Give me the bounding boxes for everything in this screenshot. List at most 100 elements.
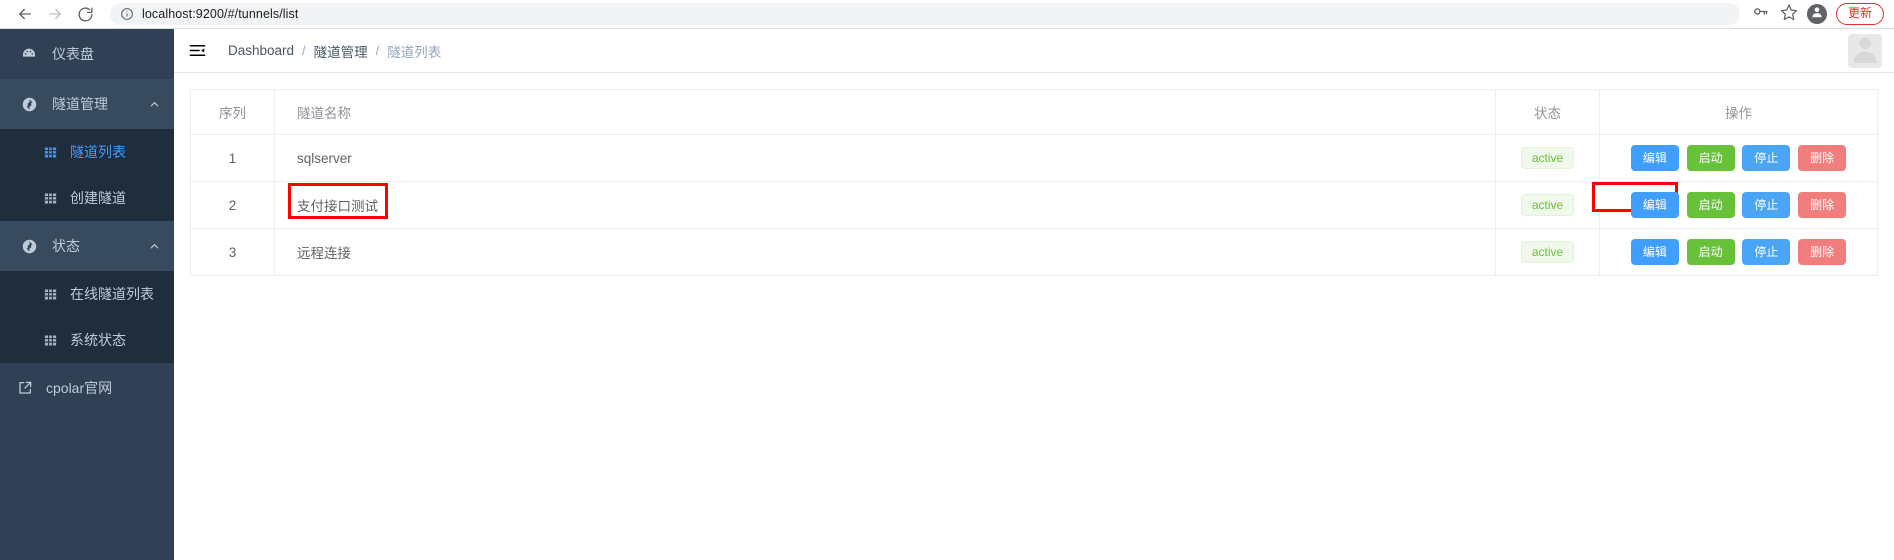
star-icon xyxy=(1780,3,1798,26)
sidebar-item-label: 隧道列表 xyxy=(70,144,126,160)
cell-name: sqlserver xyxy=(274,134,1496,182)
sidebar: 仪表盘 隧道管理 隧道列表 创建隧道 状态 在线隧道列表 系统状态 cpolar… xyxy=(0,29,174,560)
dashboard-icon xyxy=(20,45,38,63)
sidebar-item-tunnel-list[interactable]: 隧道列表 xyxy=(0,129,174,175)
breadcrumb-item-tunnel-list: 隧道列表 xyxy=(387,44,442,60)
user-avatar-icon xyxy=(1850,34,1880,68)
sidebar-item-cpolar-website[interactable]: cpolar官网 xyxy=(0,363,174,413)
status-badge: active xyxy=(1520,147,1575,169)
column-header-operations: 操作 xyxy=(1599,89,1878,135)
table-row: 2 支付接口测试 active 编辑 启动 停止 删除 xyxy=(190,181,1878,229)
start-button[interactable]: 启动 xyxy=(1686,239,1735,265)
delete-button[interactable]: 删除 xyxy=(1798,239,1847,265)
sidebar-item-label: 隧道管理 xyxy=(52,96,108,112)
sidebar-item-label: cpolar官网 xyxy=(46,380,113,396)
table-head: 序列 隧道名称 状态 操作 xyxy=(190,89,1878,135)
address-bar[interactable]: localhost:9200/#/tunnels/list xyxy=(110,3,1740,25)
cell-status: active xyxy=(1495,181,1600,229)
column-header-status: 状态 xyxy=(1495,89,1600,135)
reload-icon xyxy=(77,6,94,23)
column-header-seq: 序列 xyxy=(190,89,275,135)
table-header-row: 序列 隧道名称 状态 操作 xyxy=(190,89,1878,135)
breadcrumb-separator: / xyxy=(375,43,380,58)
column-header-name: 隧道名称 xyxy=(274,89,1496,135)
sidebar-item-label: 在线隧道列表 xyxy=(70,286,154,302)
tunnel-table: 序列 隧道名称 状态 操作 1 sqlserver active 编辑 启动 停… xyxy=(190,89,1878,276)
edit-button[interactable]: 编辑 xyxy=(1630,239,1679,265)
cell-seq: 2 xyxy=(190,181,275,229)
back-button[interactable] xyxy=(10,0,40,28)
external-link-icon xyxy=(16,379,34,397)
cell-seq: 3 xyxy=(190,228,275,276)
highlighted-tunnel-name: 支付接口测试 xyxy=(288,183,388,219)
breadcrumb: Dashboard / 隧道管理 / 隧道列表 xyxy=(228,41,441,61)
avatar[interactable] xyxy=(1848,34,1882,68)
chevron-up-icon xyxy=(149,241,160,252)
cell-name-text: 支付接口测试 xyxy=(297,199,378,214)
main-area: Dashboard / 隧道管理 / 隧道列表 序列 隧道名称 状态 操作 1 … xyxy=(174,29,1894,560)
bookmark-button[interactable] xyxy=(1776,2,1802,26)
cell-status: active xyxy=(1495,134,1600,182)
edit-button[interactable]: 编辑 xyxy=(1630,145,1679,171)
sidebar-item-create-tunnel[interactable]: 创建隧道 xyxy=(0,175,174,221)
cell-name: 远程连接 xyxy=(274,228,1496,276)
sidebar-group-tunnel-management[interactable]: 隧道管理 xyxy=(0,79,174,129)
sidebar-item-online-tunnel-list[interactable]: 在线隧道列表 xyxy=(0,271,174,317)
app-shell: 仪表盘 隧道管理 隧道列表 创建隧道 状态 在线隧道列表 系统状态 cpolar… xyxy=(0,29,1894,560)
forward-arrow-icon xyxy=(46,5,64,23)
collapse-menu-icon[interactable] xyxy=(186,40,208,62)
sidebar-item-system-status[interactable]: 系统状态 xyxy=(0,317,174,363)
forward-button[interactable] xyxy=(40,0,70,28)
browser-toolbar: localhost:9200/#/tunnels/list 更新 xyxy=(0,0,1894,29)
tunnel-icon xyxy=(20,95,38,113)
content-area: 序列 隧道名称 状态 操作 1 sqlserver active 编辑 启动 停… xyxy=(174,73,1894,560)
delete-button[interactable]: 删除 xyxy=(1798,145,1847,171)
password-manager-button[interactable] xyxy=(1748,2,1774,26)
breadcrumb-item-dashboard[interactable]: Dashboard xyxy=(228,43,294,58)
profile-avatar-icon xyxy=(1810,5,1824,24)
sidebar-item-label: 系统状态 xyxy=(70,332,126,348)
highlighted-edit-action: 编辑 xyxy=(1591,182,1681,218)
status-badge: active xyxy=(1520,194,1575,216)
cell-operations: 编辑 启动 停止 删除 xyxy=(1599,228,1878,276)
site-info-icon[interactable] xyxy=(120,7,134,21)
stop-button[interactable]: 停止 xyxy=(1742,192,1791,218)
sidebar-item-dashboard[interactable]: 仪表盘 xyxy=(0,29,174,79)
table-icon xyxy=(42,286,58,302)
chevron-up-icon xyxy=(149,99,160,110)
start-button[interactable]: 启动 xyxy=(1686,145,1735,171)
address-bar-url: localhost:9200/#/tunnels/list xyxy=(142,7,299,21)
table-row: 3 远程连接 active 编辑 启动 停止 删除 xyxy=(190,228,1878,276)
table-icon xyxy=(42,144,58,160)
cell-operations: 编辑 启动 停止 删除 xyxy=(1599,134,1878,182)
key-icon xyxy=(1752,3,1769,25)
browser-toolbar-actions: 更新 xyxy=(1748,2,1884,26)
cell-seq: 1 xyxy=(190,134,275,182)
sidebar-item-label: 创建隧道 xyxy=(70,190,126,206)
table-row: 1 sqlserver active 编辑 启动 停止 删除 xyxy=(190,134,1878,182)
cell-operations: 编辑 启动 停止 删除 xyxy=(1591,181,1878,229)
table-body: 1 sqlserver active 编辑 启动 停止 删除 2 支付接口测试 … xyxy=(190,134,1878,276)
breadcrumb-separator: / xyxy=(302,43,306,58)
delete-button[interactable]: 删除 xyxy=(1798,192,1847,218)
cell-status: active xyxy=(1495,228,1600,276)
sidebar-group-status[interactable]: 状态 xyxy=(0,221,174,271)
edit-button[interactable]: 编辑 xyxy=(1630,192,1679,218)
sidebar-submenu-tunnel-management: 隧道列表 创建隧道 xyxy=(0,129,174,221)
stop-button[interactable]: 停止 xyxy=(1742,145,1791,171)
table-icon xyxy=(42,190,58,206)
status-icon xyxy=(20,237,38,255)
start-button[interactable]: 启动 xyxy=(1686,192,1735,218)
breadcrumb-item-tunnel-management[interactable]: 隧道管理 xyxy=(314,41,368,61)
profile-button[interactable] xyxy=(1806,4,1827,24)
top-navbar: Dashboard / 隧道管理 / 隧道列表 xyxy=(174,29,1894,73)
reload-button[interactable] xyxy=(70,0,100,28)
update-button[interactable]: 更新 xyxy=(1835,3,1884,25)
table-icon xyxy=(42,332,58,348)
sidebar-item-label: 状态 xyxy=(52,238,80,254)
sidebar-submenu-status: 在线隧道列表 系统状态 xyxy=(0,271,174,363)
back-arrow-icon xyxy=(16,5,34,23)
sidebar-item-label: 仪表盘 xyxy=(52,46,94,62)
stop-button[interactable]: 停止 xyxy=(1742,239,1791,265)
cell-name: 支付接口测试 xyxy=(274,181,1496,229)
